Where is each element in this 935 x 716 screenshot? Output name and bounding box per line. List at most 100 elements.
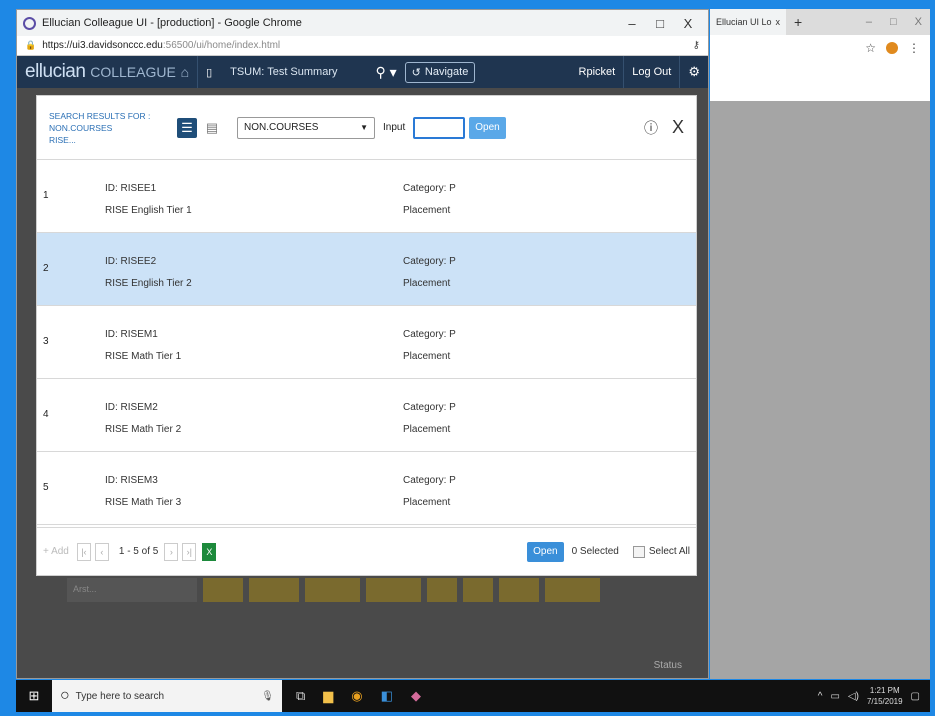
search-label-line: RISE... — [49, 134, 76, 145]
result-row[interactable]: 3 ID: RISEM1 RISE Math Tier 1 Category: P… — [37, 306, 696, 379]
result-row[interactable]: 5 ID: RISEM3 RISE Math Tier 3 Category: P… — [37, 452, 696, 525]
row-detail: Category: P Placement — [403, 324, 456, 368]
menu-icon[interactable]: ⋮ — [908, 41, 920, 55]
result-row[interactable]: 1 ID: RISEE1 RISE English Tier 1 Category… — [37, 160, 696, 233]
row-number: 4 — [43, 409, 49, 420]
row-main: ID: RISEM1 RISE Math Tier 1 — [105, 324, 181, 368]
outlook-icon[interactable]: ◧ — [381, 688, 393, 704]
tab-title: Ellucian UI Lo — [716, 17, 772, 27]
home-icon[interactable]: ⌂ — [181, 64, 189, 80]
navigate-button[interactable]: ↺ Navigate — [404, 61, 476, 83]
row-detail: Category: P Placement — [403, 397, 456, 441]
microphone-icon[interactable]: 🎙 — [261, 691, 274, 702]
input-field[interactable] — [413, 116, 466, 139]
background-cell — [499, 578, 539, 602]
tray-chevron-icon[interactable]: ^ — [818, 691, 823, 702]
minimize-button[interactable]: – — [618, 16, 646, 31]
select-all-label[interactable]: Select All — [649, 546, 690, 557]
search-results-dialog: SEARCH RESULTS FOR : NON.COURSES RISE...… — [36, 95, 697, 576]
result-row-selected[interactable]: 2 ID: RISEE2 RISE English Tier 2 Category… — [37, 233, 696, 306]
row-main: ID: RISEM3 RISE Math Tier 3 — [105, 470, 181, 514]
excel-export-icon[interactable]: X — [202, 542, 217, 561]
search-icon[interactable]: ⚲ ▾ — [376, 64, 397, 81]
volume-icon[interactable]: ◁) — [848, 691, 859, 702]
window-title: Ellucian Colleague UI - [production] - G… — [42, 17, 302, 29]
network-icon[interactable]: ▭ — [830, 691, 839, 702]
user-name[interactable]: Rpicket — [571, 66, 624, 78]
background-cell — [545, 578, 600, 602]
row-number: 1 — [43, 190, 49, 201]
background-row: Arst... — [67, 578, 667, 602]
background-cell: Arst... — [67, 578, 197, 602]
grid-view-icon[interactable]: ▤ — [203, 118, 221, 138]
row-category: Category: P — [403, 329, 456, 340]
maximize-button[interactable]: □ — [890, 16, 897, 28]
window-controls: – □ X — [866, 16, 930, 28]
row-id: ID: RISEM3 — [105, 475, 158, 486]
row-category: Category: P — [403, 402, 456, 413]
taskbar: ⊞ ○ Type here to search 🎙 ⧉ ▆ ◉ ◧ ◆ ^ ▭ … — [16, 680, 930, 712]
row-type: Placement — [403, 351, 451, 362]
search-label-line: NON.COURSES — [49, 122, 113, 133]
current-form[interactable]: TSUM: Test Summary — [220, 66, 347, 78]
document-icon[interactable]: ▯ — [197, 56, 220, 88]
help-icon[interactable]: ⓘ — [644, 118, 658, 138]
lock-icon: 🔒 — [25, 40, 37, 50]
row-desc: RISE English Tier 2 — [105, 278, 192, 289]
clock[interactable]: 1:21 PM 7/15/2019 — [867, 685, 903, 707]
last-page-icon[interactable]: ›| — [182, 542, 197, 561]
minimize-button[interactable]: – — [866, 16, 872, 28]
input-label: Input — [383, 122, 406, 133]
star-icon[interactable]: ☆ — [865, 41, 876, 55]
paint-icon[interactable]: ◆ — [411, 688, 421, 704]
row-id: ID: RISEE2 — [105, 256, 157, 267]
logout-button[interactable]: Log Out — [623, 56, 679, 88]
row-type: Placement — [403, 424, 451, 435]
new-tab-button[interactable]: + — [794, 14, 802, 30]
close-dialog-button[interactable]: X — [672, 117, 684, 138]
result-row[interactable]: 4 ID: RISEM2 RISE Math Tier 2 Category: P… — [37, 379, 696, 452]
tab-strip: Ellucian UI Lo x + – □ X — [710, 9, 930, 35]
background-cell — [427, 578, 457, 602]
prev-page-icon[interactable]: ‹ — [94, 542, 109, 561]
row-type: Placement — [403, 497, 451, 508]
row-category: Category: P — [403, 475, 456, 486]
open-button[interactable]: Open — [469, 116, 506, 139]
list-view-icon[interactable]: ☰ — [177, 117, 197, 138]
select-all-checkbox[interactable] — [632, 545, 645, 558]
search-results-label: SEARCH RESULTS FOR : NON.COURSES RISE... — [49, 110, 177, 146]
tab-ellucian[interactable]: Ellucian UI Lo x — [710, 9, 786, 35]
title-bar: Ellucian Colleague UI - [production] - G… — [17, 10, 708, 36]
page-content — [710, 61, 930, 101]
chrome-icon[interactable]: ◉ — [351, 688, 362, 704]
search-label-line: SEARCH RESULTS FOR : — [49, 110, 151, 121]
dialog-header: SEARCH RESULTS FOR : NON.COURSES RISE...… — [37, 96, 696, 160]
extension-icon[interactable] — [886, 42, 898, 54]
add-button[interactable]: + Add — [43, 546, 69, 557]
tab-close-button[interactable]: x — [776, 17, 781, 27]
close-window-button[interactable]: X — [674, 16, 702, 31]
file-select-value: NON.COURSES — [244, 122, 319, 133]
footer-open-button[interactable]: Open — [527, 541, 564, 562]
brand-logo[interactable]: ellucian COLLEAGUE ⌂ — [17, 61, 197, 83]
background-cell — [305, 578, 360, 602]
gear-icon[interactable]: ⚙ — [679, 56, 708, 88]
first-page-icon[interactable]: |‹ — [76, 542, 91, 561]
address-bar[interactable]: 🔒 https://ui3.davidsonccc.edu :56500/ui/… — [17, 36, 708, 56]
url-path: :56500/ui/home/index.html — [162, 40, 281, 51]
windows-start-icon[interactable]: ⊞ — [16, 688, 52, 704]
task-view-icon[interactable]: ⧉ — [296, 688, 305, 704]
key-icon[interactable]: ⚷ — [693, 40, 700, 51]
clock-date: 7/15/2019 — [866, 697, 903, 706]
row-id: ID: RISEM2 — [105, 402, 158, 413]
file-explorer-icon[interactable]: ▆ — [323, 688, 333, 704]
caret-down-icon: ▼ — [360, 123, 368, 132]
maximize-button[interactable]: □ — [646, 16, 674, 31]
next-page-icon[interactable]: › — [164, 542, 179, 561]
file-select[interactable]: NON.COURSES ▼ — [237, 116, 375, 139]
close-window-button[interactable]: X — [915, 16, 922, 28]
row-main: ID: RISEM2 RISE Math Tier 2 — [105, 397, 181, 441]
taskbar-search[interactable]: ○ Type here to search 🎙 — [52, 680, 282, 712]
notifications-icon[interactable]: ▢ — [911, 691, 920, 702]
status-label: Status — [653, 660, 682, 671]
